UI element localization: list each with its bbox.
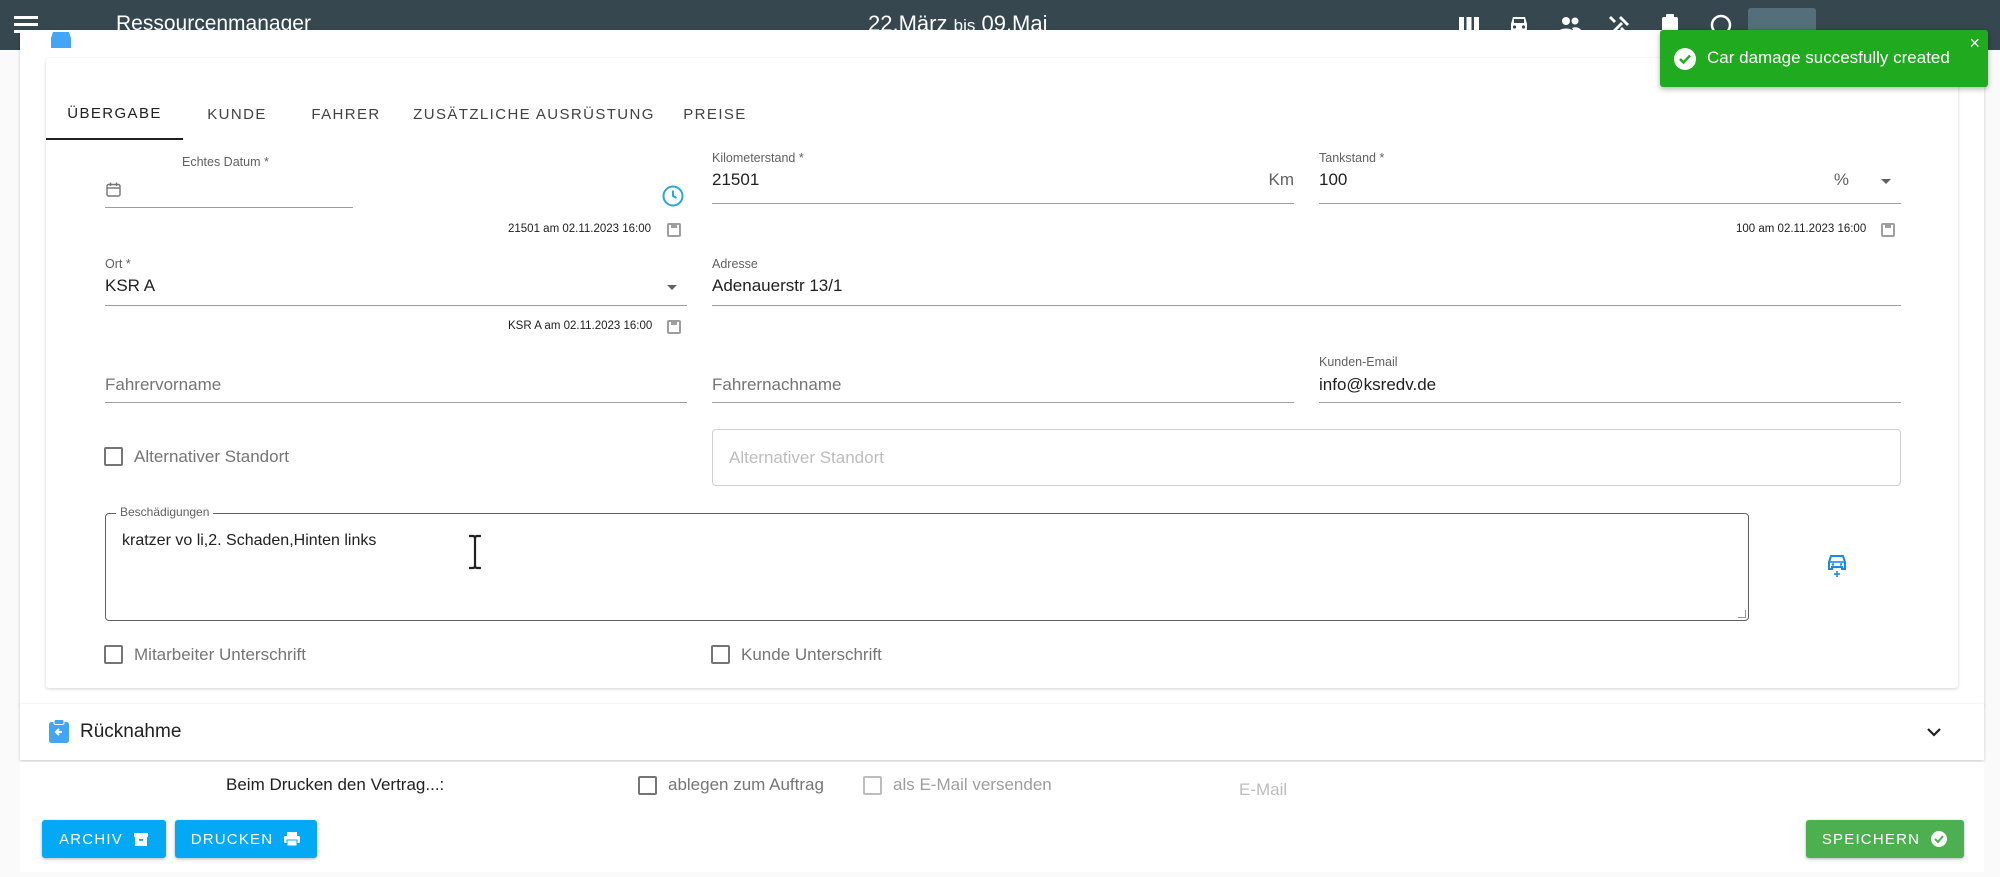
check-circle-icon xyxy=(1931,831,1948,847)
actual-date-field[interactable]: Echtes Datum * xyxy=(105,155,353,208)
text-cursor-icon xyxy=(469,534,481,570)
customer-email-label: Kunden-Email xyxy=(1319,355,1398,369)
location-value: KSR A xyxy=(105,276,156,295)
alt-location-checkbox-label: Alternativer Standort xyxy=(134,447,289,466)
actual-date-hint: 21501 am 02.11.2023 16:00 xyxy=(508,223,652,235)
email-input-placeholder[interactable]: E-Mail xyxy=(1239,780,1287,800)
address-label: Adresse xyxy=(712,257,758,271)
damages-textarea[interactable]: Beschädigungen kratzer vo li,2. Schaden,… xyxy=(105,505,1749,621)
alt-location-placeholder: Alternativer Standort xyxy=(729,448,884,467)
file-to-order-label: ablegen zum Auftrag xyxy=(668,775,824,794)
send-email-label: als E-Mail versenden xyxy=(893,775,1052,794)
alt-location-checkbox[interactable] xyxy=(104,447,123,466)
fuel-field[interactable]: Tankstand * 100 % xyxy=(1319,151,1901,204)
tab-preise[interactable]: PREISE xyxy=(672,88,758,140)
printer-icon xyxy=(284,832,301,847)
archive-button-label: ARCHIV xyxy=(59,830,123,848)
return-section-label: Rücknahme xyxy=(80,721,182,742)
driver-first-name-field[interactable]: Fahrervorname xyxy=(105,355,687,403)
location-select[interactable]: Ort * KSR A xyxy=(105,257,687,306)
driver-last-name-field[interactable]: Fahrernachname xyxy=(712,355,1294,403)
tab-fahrer[interactable]: FAHRER xyxy=(296,88,396,140)
mileage-unit: Km xyxy=(1268,170,1295,189)
chevron-down-icon[interactable] xyxy=(667,285,677,290)
damages-text: kratzer vo li,2. Schaden,Hinten links xyxy=(122,532,377,549)
close-icon[interactable]: × xyxy=(1969,34,1980,52)
location-label: Ort * xyxy=(105,257,131,271)
tab-uebergabe[interactable]: ÜBERGABE xyxy=(46,88,183,140)
check-circle-icon xyxy=(1674,48,1696,70)
employee-signature-label: Mitarbeiter Unterschrift xyxy=(134,645,306,664)
fuel-value: 100 xyxy=(1319,170,1348,189)
save-icon[interactable] xyxy=(667,223,681,237)
calendar-icon xyxy=(106,182,121,197)
driver-last-name-placeholder: Fahrernachname xyxy=(712,375,842,394)
employee-signature-checkbox[interactable] xyxy=(104,645,123,664)
resize-grip[interactable] xyxy=(1738,610,1746,618)
alt-location-input[interactable]: Alternativer Standort xyxy=(712,429,1901,486)
print-options-label: Beim Drucken den Vertrag...: xyxy=(226,775,445,794)
actual-date-label: Echtes Datum * xyxy=(182,155,269,169)
clipboard-return-icon xyxy=(49,719,69,743)
customer-email-value: info@ksredv.de xyxy=(1319,375,1437,394)
toast-message: Car damage succesfully created xyxy=(1707,48,1950,67)
driver-first-name-placeholder: Fahrervorname xyxy=(105,375,222,394)
mileage-field[interactable]: Kilometerstand * 21501 Km xyxy=(712,151,1294,204)
address-field[interactable]: Adresse Adenauerstr 13/1 xyxy=(712,257,1901,306)
fuel-hint: 100 am 02.11.2023 16:00 xyxy=(1736,223,1867,235)
save-button-label: SPEICHERN xyxy=(1821,830,1921,848)
address-value: Adenauerstr 13/1 xyxy=(712,276,843,295)
customer-signature-checkbox[interactable] xyxy=(711,645,730,664)
mileage-label: Kilometerstand * xyxy=(712,151,804,165)
save-button[interactable]: SPEICHERN xyxy=(1806,820,1964,858)
car-damage-icon[interactable] xyxy=(1826,552,1848,578)
chevron-down-icon[interactable] xyxy=(1926,726,1942,738)
car-icon xyxy=(51,32,71,48)
location-hint: KSR A am 02.11.2023 16:00 xyxy=(508,320,653,332)
archive-button[interactable]: ARCHIV xyxy=(42,820,166,858)
clock-icon[interactable] xyxy=(661,184,685,208)
tab-zusaetzliche-ausruestung[interactable]: ZUSÄTZLICHE AUSRÜSTUNG xyxy=(413,88,654,140)
chevron-down-icon[interactable] xyxy=(1881,179,1891,184)
mileage-value: 21501 xyxy=(712,170,760,189)
save-icon[interactable] xyxy=(667,320,681,334)
fuel-unit: % xyxy=(1833,170,1849,189)
save-icon[interactable] xyxy=(1881,223,1895,237)
damages-label: Beschädigungen xyxy=(116,505,214,519)
success-toast: Car damage succesfully created × xyxy=(1660,30,1988,87)
fuel-label: Tankstand * xyxy=(1319,151,1385,165)
customer-email-field[interactable]: Kunden-Email info@ksredv.de xyxy=(1319,355,1901,403)
file-to-order-checkbox[interactable] xyxy=(638,776,657,795)
customer-signature-label: Kunde Unterschrift xyxy=(741,645,882,664)
send-email-checkbox[interactable] xyxy=(863,776,882,795)
return-section-header[interactable]: Rücknahme xyxy=(20,704,1984,760)
print-button[interactable]: DRUCKEN xyxy=(175,820,317,858)
tab-kunde[interactable]: KUNDE xyxy=(191,88,283,140)
print-button-label: DRUCKEN xyxy=(190,830,274,848)
archive-icon xyxy=(133,833,148,846)
